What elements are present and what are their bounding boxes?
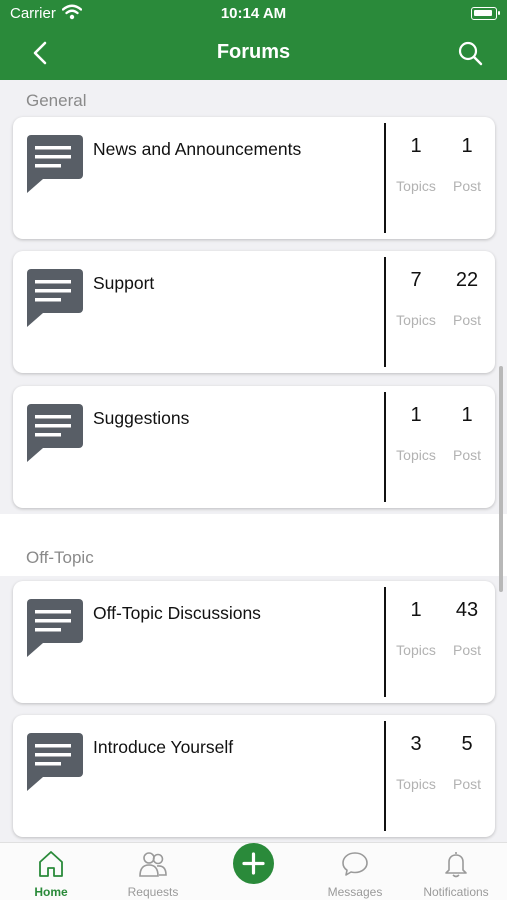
tab-notifications[interactable]: Notifications (406, 843, 506, 900)
forum-card-news[interactable]: News and Announcements 1 1 Topics Post (13, 117, 495, 239)
divider (384, 721, 386, 831)
tab-label: Home (34, 885, 68, 899)
posts-label: Post (452, 642, 481, 658)
posts-label: Post (452, 447, 481, 463)
tab-home[interactable]: Home (1, 843, 101, 900)
tab-messages[interactable]: Messages (305, 843, 405, 900)
section-header-off-topic: Off-Topic (26, 548, 94, 567)
divider (384, 123, 386, 233)
search-icon[interactable] (457, 40, 483, 66)
forum-card-off-topic-discussions[interactable]: Off-Topic Discussions 1 43 Topics Post (13, 581, 495, 703)
topics-count: 3 (410, 733, 422, 755)
forum-card-support[interactable]: Support 7 22 Topics Post (13, 251, 495, 373)
tab-bar: Home Requests Messages Notifications (0, 842, 507, 900)
status-bar: Carrier 10:14 AM (0, 0, 507, 28)
tab-requests[interactable]: Requests (103, 843, 203, 900)
posts-count: 5 (461, 733, 473, 755)
forum-card-suggestions[interactable]: Suggestions 1 1 Topics Post (13, 386, 495, 508)
forum-name: News and Announcements (93, 139, 302, 159)
divider (384, 257, 386, 367)
forum-name: Suggestions (93, 408, 190, 428)
forum-name: Support (93, 273, 155, 293)
forum-card-introduce-yourself[interactable]: Introduce Yourself 3 5 Topics Post (13, 715, 495, 837)
topics-count: 1 (410, 599, 422, 621)
posts-count: 1 (461, 404, 473, 426)
forum-list[interactable]: General News and Announcements 1 1 Topic… (0, 80, 507, 842)
topics-label: Topics (396, 642, 436, 658)
chat-bubble-icon (27, 404, 83, 462)
tab-label: Requests (127, 885, 179, 899)
posts-label: Post (452, 776, 481, 792)
page-title: Forums (216, 41, 291, 63)
posts-count: 22 (455, 269, 479, 291)
status-time: 10:14 AM (220, 5, 287, 22)
forum-name: Off-Topic Discussions (93, 603, 261, 623)
chat-bubble-icon (27, 599, 83, 657)
posts-count: 43 (455, 599, 479, 621)
chat-bubble-icon (27, 269, 83, 327)
plus-icon (242, 852, 265, 875)
posts-label: Post (452, 178, 481, 194)
tab-label: Notifications (423, 885, 489, 899)
topics-label: Topics (396, 178, 436, 194)
topics-label: Topics (396, 776, 436, 792)
divider (384, 392, 386, 502)
topics-label: Topics (396, 312, 436, 328)
topics-label: Topics (396, 447, 436, 463)
divider (384, 587, 386, 697)
posts-count: 1 (461, 135, 473, 157)
chat-bubble-icon (27, 135, 83, 193)
home-icon (39, 851, 63, 877)
people-icon (139, 852, 167, 877)
app-header: Carrier 10:14 AM Forums (0, 0, 507, 80)
battery-icon (471, 7, 500, 20)
nav-bar: Forums (0, 30, 507, 76)
posts-label: Post (452, 312, 481, 328)
bell-icon (445, 852, 467, 878)
topics-count: 1 (410, 404, 422, 426)
topics-count: 1 (410, 135, 422, 157)
chat-bubble-icon (27, 733, 83, 791)
scrollbar[interactable] (499, 366, 503, 592)
speech-bubble-icon (342, 852, 368, 876)
topics-count: 7 (410, 269, 422, 291)
new-post-button[interactable] (233, 843, 274, 884)
section-header-general: General (26, 91, 87, 110)
forum-name: Introduce Yourself (93, 737, 234, 757)
tab-label: Messages (327, 885, 383, 899)
